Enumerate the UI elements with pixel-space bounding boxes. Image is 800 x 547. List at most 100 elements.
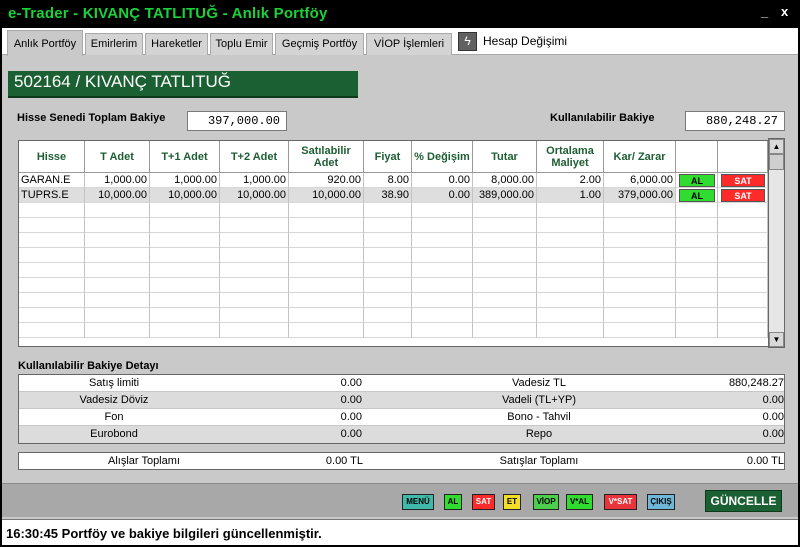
empty-cell	[718, 278, 768, 293]
buy-button[interactable]: AL	[679, 189, 715, 202]
empty-cell	[19, 278, 85, 293]
cikis-button[interactable]: ÇIKIŞ	[647, 494, 675, 510]
portfolio-scrollbar[interactable]: ▲ ▼	[768, 138, 785, 348]
column-header-satilabilir-adet[interactable]: Satılabilir Adet	[289, 141, 364, 173]
empty-cell	[220, 278, 289, 293]
cell-hisse[interactable]: TUPRS.E	[19, 188, 85, 203]
detail-label: Vadesiz Döviz	[79, 394, 149, 406]
empty-cell	[85, 293, 150, 308]
scroll-up-icon[interactable]: ▲	[769, 139, 784, 154]
cell-hisse[interactable]: GARAN.E	[19, 173, 85, 188]
empty-cell	[537, 278, 604, 293]
empty-cell	[412, 308, 473, 323]
detail-row: Satış limiti 0.00 Vadesiz TL 880,248.27	[19, 375, 784, 392]
detail-value: 0.00	[762, 394, 784, 406]
cell-degisim[interactable]: 0.00	[412, 173, 473, 188]
sell-button[interactable]: SAT	[721, 174, 765, 187]
empty-cell	[412, 233, 473, 248]
hesap-degisimi-button[interactable]: ϟ Hesap Değişimi	[458, 31, 567, 51]
empty-cell	[364, 263, 412, 278]
column-header-fiyat[interactable]: Fiyat	[364, 141, 412, 173]
empty-cell	[537, 203, 604, 218]
cell-ortalama-maliyet[interactable]: 2.00	[537, 173, 604, 188]
column-header-al[interactable]	[676, 141, 718, 173]
cell-ortalama-maliyet[interactable]: 1.00	[537, 188, 604, 203]
empty-cell	[19, 293, 85, 308]
empty-cell	[718, 233, 768, 248]
empty-cell	[19, 218, 85, 233]
tab-anlik-portfoy[interactable]: Anlık Portföy	[7, 30, 83, 56]
column-header-ortalama-maliyet[interactable]: Ortalama Maliyet	[537, 141, 604, 173]
scroll-down-icon[interactable]: ▼	[769, 332, 784, 347]
empty-cell	[85, 278, 150, 293]
column-header-degisim[interactable]: % Değişim	[412, 141, 473, 173]
empty-cell	[220, 308, 289, 323]
column-header-hisse[interactable]: Hisse	[19, 141, 85, 173]
tab-emirlerim[interactable]: Emirlerim	[85, 33, 143, 55]
viop-button[interactable]: VİOP	[533, 494, 559, 510]
cell-t2-adet[interactable]: 10,000.00	[220, 188, 289, 203]
empty-cell	[289, 308, 364, 323]
minimize-button[interactable]: _	[761, 4, 768, 19]
detail-value: 0.00	[762, 411, 784, 423]
tab-hareketler[interactable]: Hareketler	[145, 33, 208, 55]
empty-cell	[220, 203, 289, 218]
empty-cell	[412, 278, 473, 293]
menu-button[interactable]: MENÜ	[402, 494, 434, 510]
cell-tutar[interactable]: 8,000.00	[473, 173, 537, 188]
cell-tutar[interactable]: 389,000.00	[473, 188, 537, 203]
empty-cell	[364, 203, 412, 218]
empty-cell	[150, 308, 220, 323]
column-header-t1-adet[interactable]: T+1 Adet	[150, 141, 220, 173]
tab-viop-islemleri[interactable]: VİOP İşlemleri	[366, 33, 452, 55]
detail-label: Bono - Tahvil	[507, 411, 571, 423]
cell-fiyat[interactable]: 8.00	[364, 173, 412, 188]
scroll-thumb[interactable]	[769, 154, 784, 170]
empty-cell	[19, 263, 85, 278]
cell-kar-zarar[interactable]: 6,000.00	[604, 173, 676, 188]
cell-t-adet[interactable]: 1,000.00	[85, 173, 150, 188]
empty-cell	[604, 248, 676, 263]
empty-cell	[537, 248, 604, 263]
cell-t1-adet[interactable]: 10,000.00	[150, 188, 220, 203]
column-header-kar-zarar[interactable]: Kar/ Zarar	[604, 141, 676, 173]
empty-cell	[718, 293, 768, 308]
empty-cell	[676, 248, 718, 263]
detail-value: 0.00	[340, 394, 362, 406]
viop-al-button[interactable]: V*AL	[566, 494, 593, 510]
viop-sat-button[interactable]: V*SAT	[604, 494, 637, 510]
cell-t-adet[interactable]: 10,000.00	[85, 188, 150, 203]
tab-toplu-emir[interactable]: Toplu Emir	[210, 33, 273, 55]
empty-cell	[412, 263, 473, 278]
empty-cell	[289, 263, 364, 278]
toolbar-sat-button[interactable]: SAT	[472, 494, 495, 510]
cell-fiyat[interactable]: 38.90	[364, 188, 412, 203]
empty-cell	[19, 233, 85, 248]
et-button[interactable]: ET	[503, 494, 521, 510]
cell-satilabilir-adet[interactable]: 920.00	[289, 173, 364, 188]
detail-value: 0.00	[340, 411, 362, 423]
empty-cell	[473, 233, 537, 248]
toolbar-al-button[interactable]: AL	[444, 494, 462, 510]
cell-kar-zarar[interactable]: 379,000.00	[604, 188, 676, 203]
column-header-t2-adet[interactable]: T+2 Adet	[220, 141, 289, 173]
tab-gecmis-portfoy[interactable]: Geçmiş Portföy	[275, 33, 364, 55]
hisse-bakiye-value: 397,000.00	[187, 111, 287, 131]
cell-t2-adet[interactable]: 1,000.00	[220, 173, 289, 188]
empty-cell	[220, 248, 289, 263]
column-header-tutar[interactable]: Tutar	[473, 141, 537, 173]
empty-cell	[289, 323, 364, 338]
cell-degisim[interactable]: 0.00	[412, 188, 473, 203]
guncelle-button[interactable]: GÜNCELLE	[705, 490, 782, 512]
sell-button[interactable]: SAT	[721, 189, 765, 202]
empty-cell	[289, 293, 364, 308]
empty-cell	[85, 233, 150, 248]
empty-cell	[150, 203, 220, 218]
column-header-t-adet[interactable]: T Adet	[85, 141, 150, 173]
cell-t1-adet[interactable]: 1,000.00	[150, 173, 220, 188]
buy-button[interactable]: AL	[679, 174, 715, 187]
client-header: 502164 / KIVANÇ TATLITUĞ	[8, 71, 358, 98]
cell-satilabilir-adet[interactable]: 10,000.00	[289, 188, 364, 203]
column-header-sat[interactable]	[718, 141, 768, 173]
close-button[interactable]: x	[781, 4, 788, 19]
